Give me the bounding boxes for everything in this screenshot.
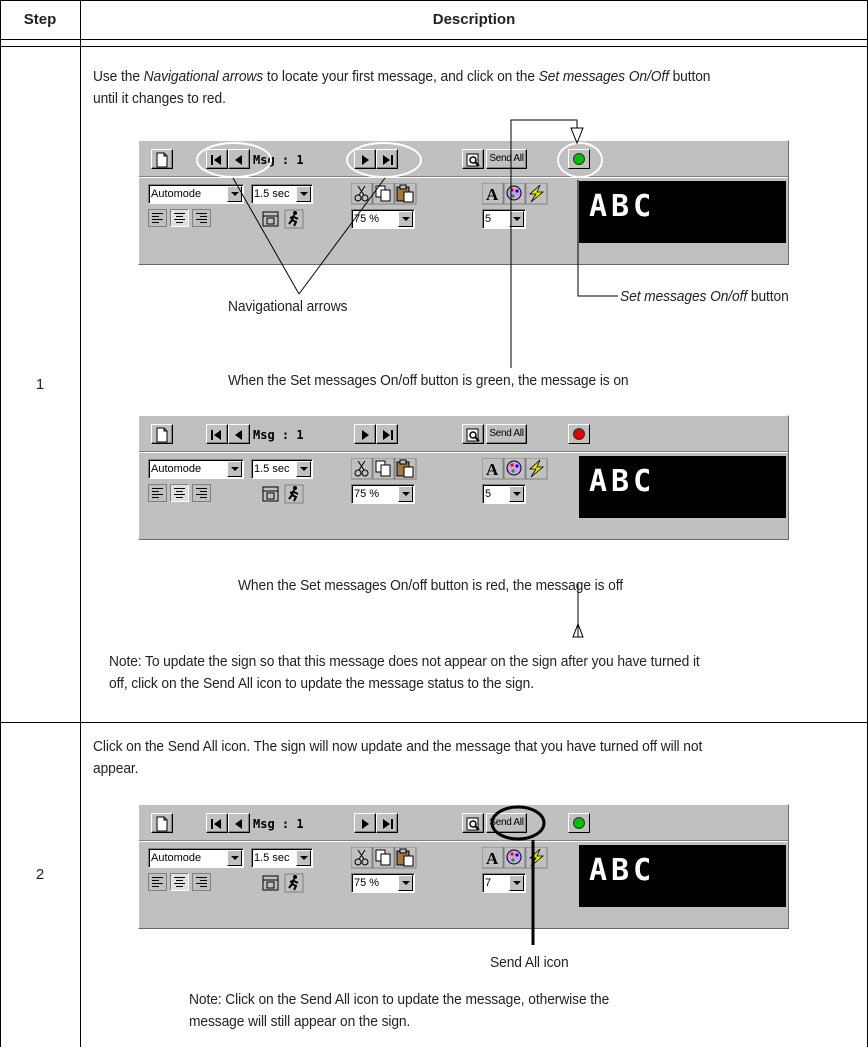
step2-note-line2: message will still appear on the sign. [189,1013,411,1030]
callout-send-all-icon: Send All icon [490,954,569,971]
callout-send-all [490,805,546,945]
step2-note-line1: Note: Click on the Send All icon to upda… [189,991,610,1008]
